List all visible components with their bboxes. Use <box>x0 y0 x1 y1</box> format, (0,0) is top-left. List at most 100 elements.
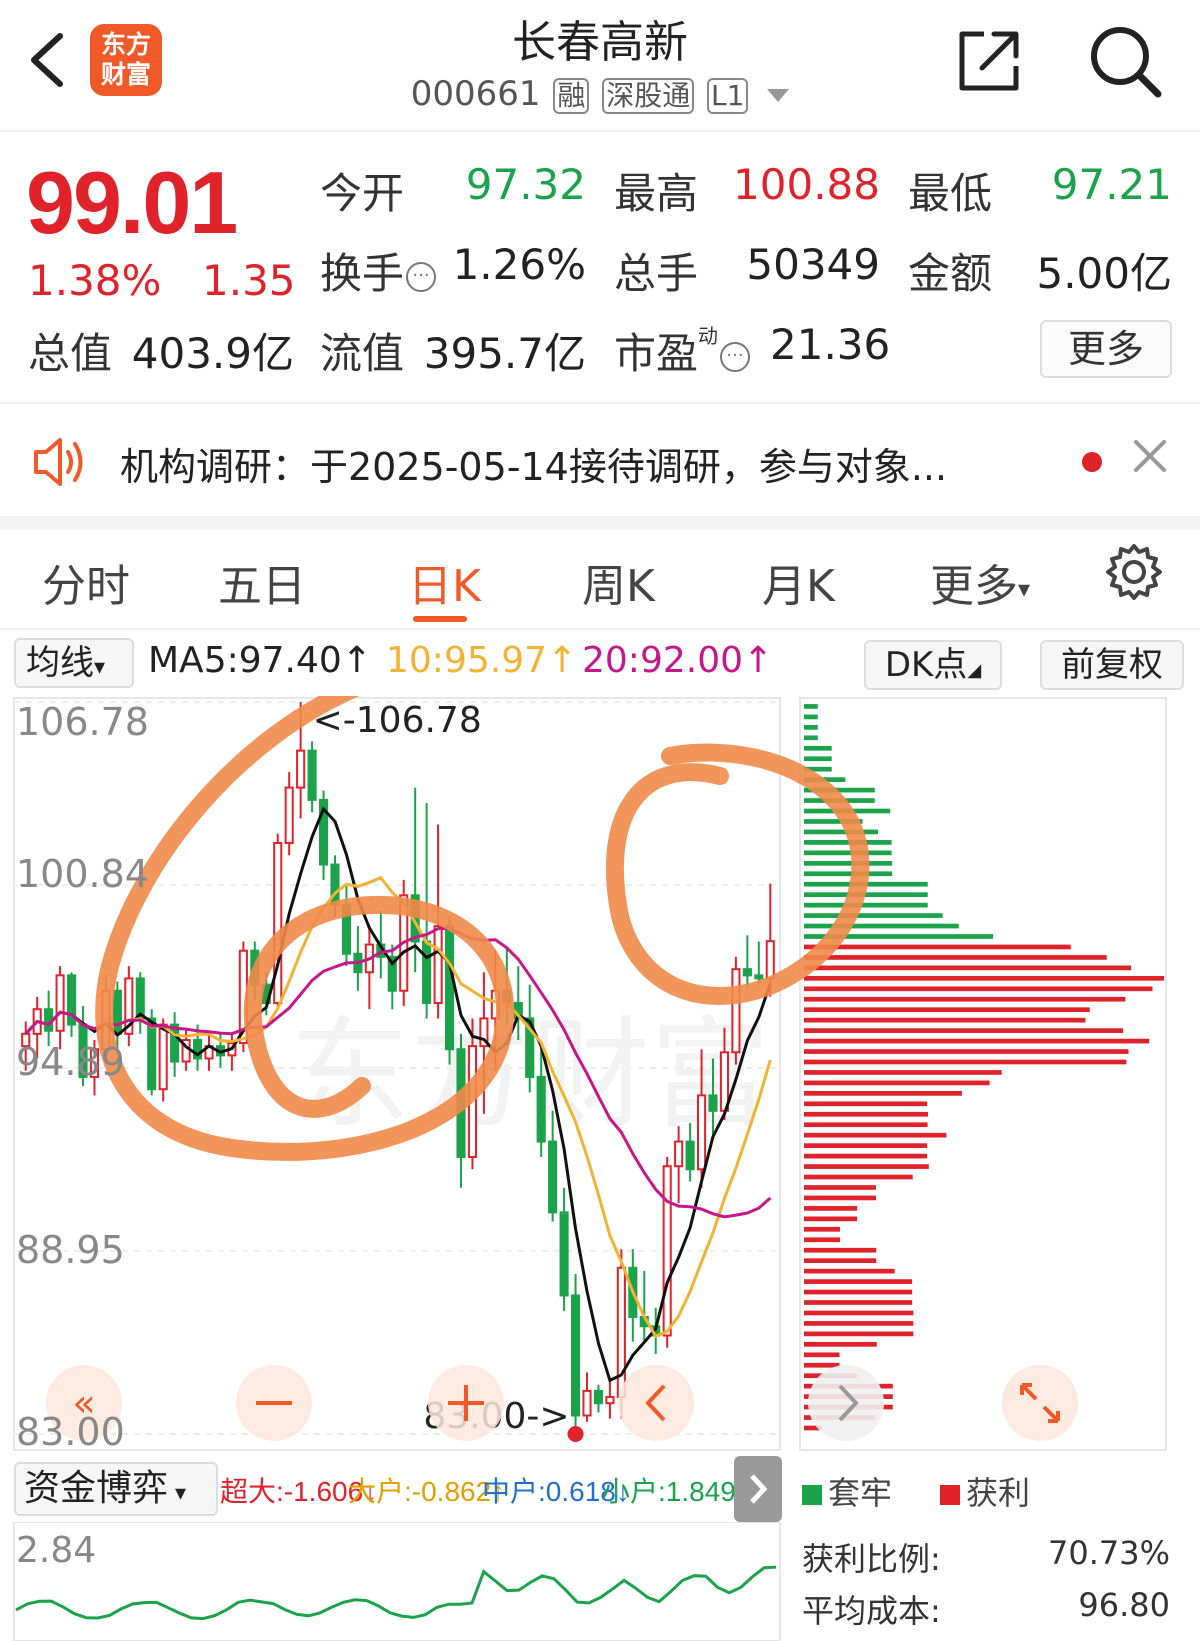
next-button[interactable] <box>808 1365 884 1441</box>
tab-monthly-k[interactable]: 月K <box>762 550 835 614</box>
high-label: 最高 <box>614 169 699 218</box>
fund-chart <box>13 1522 781 1641</box>
divider <box>0 516 1200 530</box>
float-label: 流值 <box>320 329 405 378</box>
adjust-button[interactable]: 前复权 <box>1040 640 1184 690</box>
chip-bar <box>804 735 818 741</box>
share-icon[interactable] <box>956 28 1022 94</box>
chip-bar <box>804 902 928 908</box>
chip-bar <box>804 1070 1002 1075</box>
legend-profit: 获利 <box>940 1468 1030 1514</box>
mcap-value: 403.9亿 <box>131 329 294 378</box>
float-value: 395.7亿 <box>423 329 586 378</box>
quote-panel: 99.01 1.38% 1.35 今开 97.32 最高 100.88 最低 9… <box>0 134 1200 402</box>
chip-bar <box>804 955 1107 960</box>
chip-bar <box>804 1049 1129 1054</box>
chip-bar <box>804 714 818 720</box>
turnover-label-text: 换手 <box>320 249 405 298</box>
ma-selector[interactable]: 均线▾ <box>14 638 134 688</box>
chip-bar <box>804 1300 913 1305</box>
low-label: 最低 <box>908 169 993 218</box>
tab-weekly-k[interactable]: 周K <box>582 550 655 614</box>
pe-label[interactable]: 市盈动··· <box>614 320 751 381</box>
close-icon[interactable] <box>1130 436 1170 476</box>
candle-body <box>444 925 455 1051</box>
gear-icon[interactable] <box>1104 542 1164 602</box>
candle-body <box>708 1094 718 1112</box>
y-tick-4: 83.00 <box>16 1410 125 1454</box>
amount-value: 5.00亿 <box>1036 249 1172 298</box>
tab-more-label: 更多 <box>930 561 1018 612</box>
amount-label: 金额 <box>908 249 993 298</box>
caret-down-icon: ▾ <box>1018 575 1031 603</box>
caret-down-icon: ▾ <box>94 655 106 680</box>
stock-code: 000661 <box>410 74 541 114</box>
prev-button[interactable] <box>618 1365 694 1441</box>
fund-selector[interactable]: 资金博弈 ▾ <box>14 1462 218 1516</box>
chip-bar <box>804 1091 962 1096</box>
candle-body <box>112 989 122 1035</box>
chip-bar <box>804 996 1126 1002</box>
chip-bar <box>804 1017 1086 1023</box>
chevron-down-icon[interactable] <box>767 89 790 102</box>
chip-bar <box>804 1028 1124 1033</box>
chevron-right-icon <box>750 1474 768 1504</box>
legend-profit-text: 获利 <box>966 1474 1031 1512</box>
y-tick-0: 106.78 <box>16 700 149 744</box>
search-icon[interactable] <box>1086 22 1166 102</box>
chip-bar <box>804 704 818 709</box>
kline-chart[interactable]: 东方财富 <-106.7883.00-> « <box>0 696 1200 1456</box>
tag-connect: 深股通 <box>602 78 695 114</box>
volume-value: 50349 <box>746 240 880 289</box>
chart-tabs: 分时 五日 日K 周K 月K 更多▾ <box>0 530 1200 630</box>
y-tick-2: 94.89 <box>16 1040 125 1084</box>
back-arrow-icon[interactable] <box>22 30 72 90</box>
tab-more[interactable]: 更多▾ <box>930 550 1030 614</box>
turnover-value: 1.26% <box>452 240 586 289</box>
candle-body <box>674 1140 684 1168</box>
dk-label: DK点 <box>884 645 968 685</box>
tab-daily-k[interactable]: 日K <box>408 550 481 614</box>
chip-bar <box>804 1216 858 1222</box>
profit-ratio-value: 70.73% <box>1047 1534 1170 1572</box>
chip-bar <box>804 829 879 835</box>
candle-body <box>284 786 294 844</box>
chip-bar <box>804 1258 877 1264</box>
stock-code-line[interactable]: 000661 融 深股通 L1 <box>380 74 820 114</box>
notice-bar[interactable]: 机构调研：于2025-05-14接待调研，参与对象... <box>0 404 1200 514</box>
chip-bar <box>804 1185 876 1190</box>
chip-bar <box>804 1080 990 1086</box>
tab-intraday[interactable]: 分时 <box>42 550 130 614</box>
chip-bar <box>804 1331 914 1337</box>
chip-bar <box>804 1195 876 1201</box>
candle-body <box>570 1294 581 1417</box>
more-button[interactable]: 更多 <box>1040 320 1172 378</box>
dk-point-button[interactable]: DK点◢ <box>864 640 1002 690</box>
current-price: 99.01 <box>26 153 238 252</box>
tag-level: L1 <box>707 78 749 114</box>
avg-cost-label: 平均成本: <box>802 1592 941 1630</box>
pe-label-text: 市盈 <box>614 329 699 378</box>
fund-next-button[interactable] <box>734 1456 782 1522</box>
chip-bar <box>804 1247 877 1253</box>
ma20-value: 20:92.00↑ <box>582 640 774 681</box>
chip-bar <box>804 850 892 856</box>
high-value: 100.88 <box>733 160 880 209</box>
ma5-value: MA5:97.40↑ <box>148 640 372 681</box>
tab-five-day[interactable]: 五日 <box>218 550 306 614</box>
change-percent: 1.38% <box>28 256 162 305</box>
candle-body <box>548 1140 558 1214</box>
chip-bar <box>804 944 1071 950</box>
fullscreen-button[interactable] <box>1002 1365 1078 1441</box>
candle-body <box>170 1023 180 1063</box>
candle-body <box>662 1165 672 1337</box>
chip-distribution <box>804 704 1164 1431</box>
active-tab-underline <box>413 616 467 622</box>
legend-swatch-red <box>940 1485 960 1505</box>
app-logo[interactable]: 东方 财富 <box>90 24 162 96</box>
info-icon[interactable]: ··· <box>406 261 437 292</box>
turnover-label[interactable]: 换手 ··· <box>320 240 437 301</box>
info-icon[interactable]: ··· <box>720 341 751 372</box>
chip-bar <box>804 965 1132 971</box>
chip-bar <box>804 1122 928 1128</box>
